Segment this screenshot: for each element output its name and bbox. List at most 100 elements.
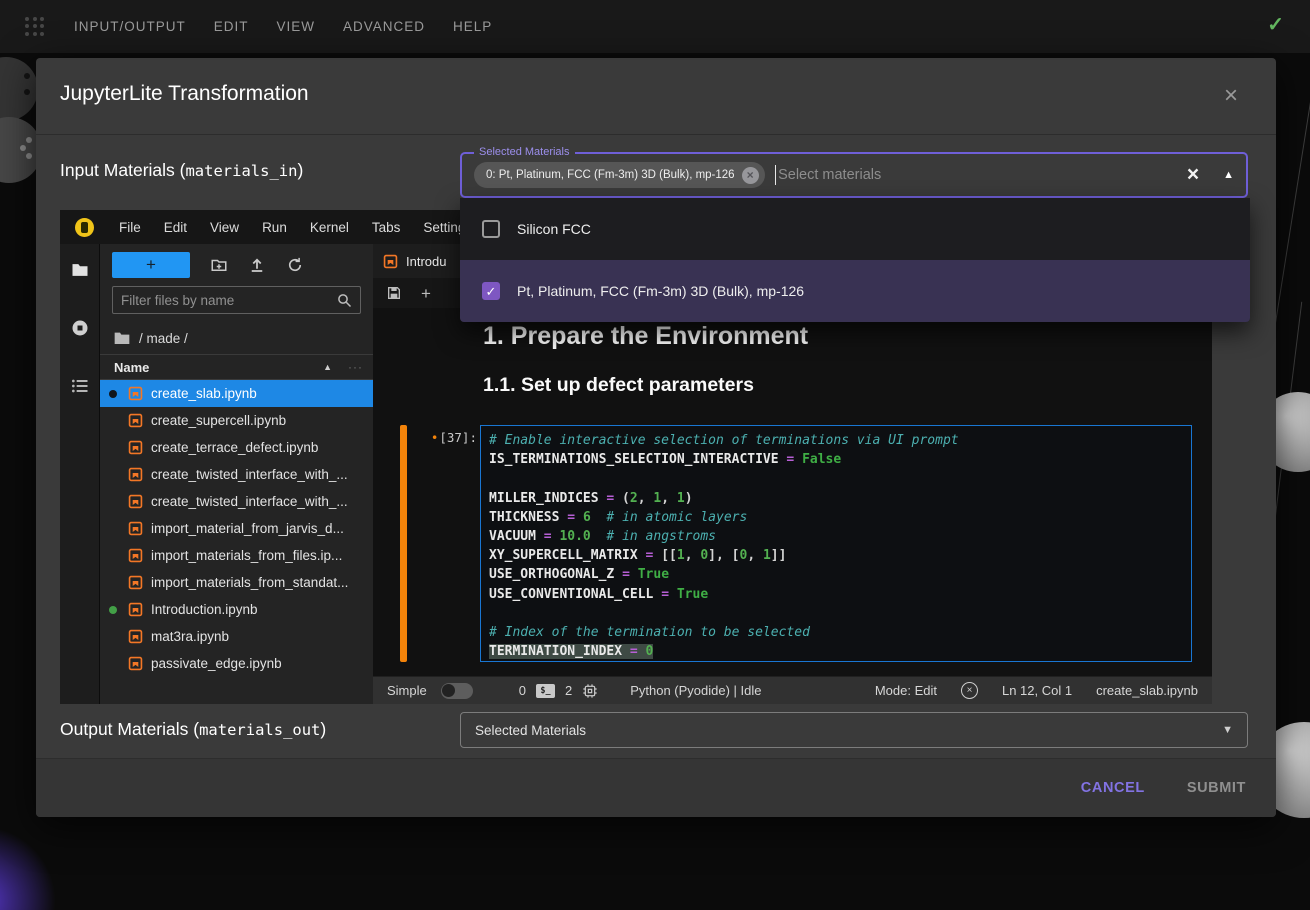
jupyter-menu-edit[interactable]: Edit — [164, 220, 187, 235]
upload-icon[interactable] — [248, 256, 266, 274]
file-row[interactable]: passivate_edge.ipynb — [100, 650, 373, 677]
clear-selection-icon[interactable]: × — [1187, 163, 1199, 187]
file-name: Introduction.ipynb — [151, 602, 258, 617]
code-line: USE_CONVENTIONAL_CELL = True — [489, 585, 1191, 604]
cursor-position[interactable]: Ln 12, Col 1 — [1002, 683, 1072, 698]
cancel-button[interactable]: CANCEL — [1081, 780, 1145, 796]
app-menu-bar: INPUT/OUTPUTEDITVIEWADVANCEDHELP ✓ — [0, 0, 1310, 53]
jupyter-menu-tabs[interactable]: Tabs — [372, 220, 401, 235]
notebook-content: 1. Prepare the Environment 1.1. Set up d… — [373, 308, 1212, 676]
code-token: 10.0 — [559, 529, 590, 544]
file-name: create_terrace_defect.ipynb — [151, 440, 318, 455]
top-menu-item-input-output[interactable]: INPUT/OUTPUT — [74, 19, 186, 34]
material-option-label: Silicon FCC — [517, 221, 591, 237]
tab-label: Introdu — [406, 254, 446, 269]
file-row[interactable]: import_materials_from_standat... — [100, 569, 373, 596]
code-token — [669, 587, 677, 602]
submit-button[interactable]: SUBMIT — [1187, 780, 1246, 796]
jupyter-menu-view[interactable]: View — [210, 220, 239, 235]
simple-mode-toggle[interactable] — [441, 683, 473, 699]
input-materials-code: materials_in — [185, 162, 297, 180]
jupyter-menu-file[interactable]: File — [119, 220, 141, 235]
chip-delete-icon[interactable]: × — [742, 167, 759, 184]
file-list-header[interactable]: Name ▲ ··· — [100, 354, 373, 380]
material-search-input[interactable] — [778, 167, 1187, 183]
top-menu-item-edit[interactable]: EDIT — [214, 19, 249, 34]
file-name: create_supercell.ipynb — [151, 413, 286, 428]
file-row[interactable]: create_slab.ipynb — [100, 380, 373, 407]
jupyter-menu-kernel[interactable]: Kernel — [310, 220, 349, 235]
kernel-status[interactable]: Python (Pyodide) | Idle — [630, 683, 761, 698]
editor-mode[interactable]: Mode: Edit — [875, 683, 937, 698]
app-menu: INPUT/OUTPUT EDIT VIEW ADVANCED HELP — [74, 19, 492, 34]
code-line: MILLER_INDICES = (2, 1, 1) — [489, 489, 1191, 508]
file-name: create_twisted_interface_with_... — [151, 467, 348, 482]
checkbox-checked-icon[interactable]: ✓ — [482, 282, 500, 300]
code-token: 1 — [677, 491, 685, 506]
top-menu-item-help[interactable]: HELP — [453, 19, 492, 34]
active-cell-indicator[interactable] — [400, 425, 407, 662]
file-row[interactable]: create_twisted_interface_with_... — [100, 488, 373, 515]
output-materials-select[interactable]: Selected Materials ▼ — [460, 712, 1248, 748]
material-option[interactable]: Silicon FCC — [460, 198, 1250, 260]
add-cell-icon[interactable]: + — [421, 285, 431, 302]
notifications-off-icon[interactable]: × — [961, 682, 978, 699]
filter-files-input[interactable] — [121, 293, 337, 308]
code-token: False — [802, 452, 841, 467]
notebook-file-icon — [128, 413, 143, 428]
bond-line — [1271, 60, 1310, 347]
top-menu-item-advanced[interactable]: ADVANCED — [343, 19, 425, 34]
code-line: TERMINATION_INDEX = 0 — [489, 642, 1191, 661]
jupyter-menu-run[interactable]: Run — [262, 220, 287, 235]
kernels-count[interactable]: 2 — [565, 683, 572, 698]
code-token — [575, 510, 583, 525]
file-row[interactable]: Introduction.ipynb — [100, 596, 373, 623]
save-icon[interactable] — [386, 285, 402, 301]
file-row[interactable]: create_terrace_defect.ipynb — [100, 434, 373, 461]
terminal-icon[interactable]: $_ — [536, 684, 555, 698]
file-row[interactable]: import_materials_from_files.ip... — [100, 542, 373, 569]
file-row[interactable]: create_twisted_interface_with_... — [100, 461, 373, 488]
table-of-contents-icon[interactable] — [70, 376, 90, 396]
dialog-close-icon[interactable]: × — [1224, 82, 1238, 110]
notebook-file-icon — [128, 386, 143, 401]
terminals-count[interactable]: 0 — [519, 683, 526, 698]
breadcrumb[interactable]: / made / — [100, 322, 373, 354]
file-row[interactable]: import_material_from_jarvis_d... — [100, 515, 373, 542]
refresh-icon[interactable] — [286, 256, 304, 274]
notebook-file-icon — [128, 575, 143, 590]
jupyterlite-logo-icon — [75, 218, 94, 237]
workflow-node — [0, 57, 38, 121]
code-cell-editor[interactable]: # Enable interactive selection of termin… — [480, 425, 1192, 662]
file-name: create_twisted_interface_with_... — [151, 494, 348, 509]
name-column-header[interactable]: Name — [114, 360, 149, 375]
code-token: True — [677, 587, 708, 602]
material-chip[interactable]: 0: Pt, Platinum, FCC (Fm-3m) 3D (Bulk), … — [474, 162, 765, 188]
file-row[interactable]: mat3ra.ipynb — [100, 623, 373, 650]
notebook-file-icon — [128, 494, 143, 509]
code-line: XY_SUPERCELL_MATRIX = [[1, 0], [0, 1]] — [489, 546, 1191, 565]
top-menu-item-view[interactable]: VIEW — [277, 19, 316, 34]
running-kernels-icon[interactable] — [70, 318, 90, 338]
selected-materials-field[interactable]: Selected Materials 0: Pt, Platinum, FCC … — [460, 152, 1248, 198]
checkbox-unchecked-icon[interactable] — [482, 220, 500, 238]
sort-ascending-icon: ▲ — [323, 362, 332, 372]
collapse-dropdown-icon[interactable]: ▲ — [1223, 169, 1234, 181]
material-option[interactable]: ✓Pt, Platinum, FCC (Fm-3m) 3D (Bulk), mp… — [460, 260, 1250, 322]
app-grid-icon[interactable] — [22, 14, 48, 40]
more-columns-icon[interactable]: ··· — [348, 360, 363, 374]
code-token: IS_TERMINATIONS_SELECTION_INTERACTIVE — [489, 452, 779, 467]
file-browser-icon[interactable] — [70, 260, 90, 280]
code-token: # in angstroms — [591, 529, 716, 544]
new-launcher-button[interactable]: + — [112, 252, 190, 278]
dialog-header: JupyterLite Transformation × — [36, 58, 1276, 135]
code-token: USE_CONVENTIONAL_CELL — [489, 587, 653, 602]
file-open-dot — [109, 390, 117, 398]
new-folder-icon[interactable] — [210, 256, 228, 274]
file-row[interactable]: create_supercell.ipynb — [100, 407, 373, 434]
file-browser-panel: + — [100, 244, 373, 704]
file-name: import_materials_from_files.ip... — [151, 548, 342, 563]
kernel-chip-icon[interactable] — [582, 683, 598, 699]
expand-dropdown-icon: ▼ — [1222, 724, 1233, 736]
code-token — [638, 548, 646, 563]
